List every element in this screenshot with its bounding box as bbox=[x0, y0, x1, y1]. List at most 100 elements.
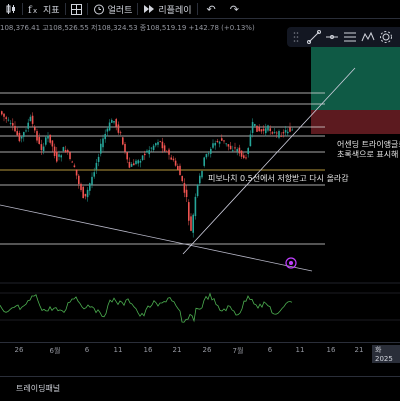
time-tick: 16 bbox=[143, 346, 153, 354]
candle-body bbox=[38, 137, 40, 144]
candle-body bbox=[232, 150, 234, 152]
candle-body bbox=[174, 160, 177, 166]
candle-body bbox=[199, 175, 201, 184]
candle-body bbox=[40, 144, 43, 151]
candle-body bbox=[135, 160, 137, 165]
candle-body bbox=[148, 150, 150, 155]
candle-body bbox=[284, 130, 287, 133]
redo-button[interactable]: ↷ bbox=[225, 0, 244, 18]
candle-body bbox=[214, 142, 216, 146]
candle-body bbox=[159, 141, 161, 143]
candle-body bbox=[12, 123, 14, 126]
candle-body bbox=[172, 158, 175, 161]
ohlc-readout: 108,376.41 고108,526.55 저108,324.53 종108,… bbox=[0, 24, 255, 32]
settings-tool-icon bbox=[380, 31, 392, 43]
candle-body bbox=[73, 165, 76, 168]
candle-body bbox=[150, 147, 153, 149]
candle-body bbox=[122, 137, 124, 145]
time-tick: 6월 bbox=[49, 347, 61, 355]
candle-body bbox=[49, 134, 51, 143]
target-zone[interactable] bbox=[311, 40, 400, 110]
time-axis[interactable]: 26 6월 6 11 16 21 26 7월 6 11 16 21 화 2025 bbox=[0, 342, 400, 363]
candle-body bbox=[102, 138, 104, 148]
candle-body bbox=[227, 144, 230, 147]
candle-body bbox=[5, 117, 7, 119]
candle-body bbox=[47, 135, 49, 139]
replay-icon bbox=[144, 5, 155, 13]
candle-body bbox=[258, 127, 260, 132]
horizontal-line-tool[interactable] bbox=[323, 27, 341, 47]
indicators-icon: fx bbox=[28, 5, 37, 15]
candle-body bbox=[236, 149, 238, 152]
candle-body bbox=[282, 132, 285, 134]
candle-body bbox=[141, 155, 144, 161]
candle-body bbox=[69, 152, 71, 160]
candle-body bbox=[225, 143, 227, 145]
candle-body bbox=[67, 150, 69, 153]
candle-body bbox=[86, 189, 89, 198]
indicators-button[interactable]: fx 지표 bbox=[23, 0, 65, 18]
candle-body bbox=[97, 156, 100, 162]
drag-handle[interactable] bbox=[287, 27, 305, 47]
candle-body bbox=[185, 189, 188, 198]
replay-button[interactable]: 리플레이 bbox=[138, 0, 196, 18]
candle-body bbox=[89, 183, 91, 191]
candle-body bbox=[260, 129, 263, 132]
candle-body bbox=[179, 165, 181, 176]
candle-body bbox=[234, 147, 236, 149]
candle-body bbox=[16, 131, 18, 136]
trendline-tool-icon bbox=[307, 30, 321, 44]
crosshair-date-badge: 화 2025 bbox=[372, 345, 400, 363]
fib-tool-icon bbox=[344, 32, 356, 42]
candle-body bbox=[243, 155, 245, 158]
svg-text:x: x bbox=[33, 7, 37, 15]
candle-body bbox=[36, 131, 38, 141]
annotation-ascending-triangle-2[interactable]: 초록색으로 표시해 bbox=[337, 149, 398, 160]
candle-body bbox=[168, 149, 170, 155]
candle-body bbox=[205, 154, 208, 158]
undo-button[interactable]: ↶ bbox=[198, 0, 225, 18]
candle-body bbox=[194, 196, 197, 217]
price-chart[interactable] bbox=[0, 0, 400, 400]
candle-body bbox=[249, 134, 252, 147]
candle-body bbox=[29, 116, 32, 122]
pattern-tool[interactable] bbox=[359, 27, 377, 47]
candle-body bbox=[210, 148, 212, 154]
indicators-label: 지표 bbox=[43, 5, 60, 16]
candle-body bbox=[100, 143, 102, 154]
candle-body bbox=[267, 125, 269, 131]
settings-tool[interactable] bbox=[377, 27, 395, 47]
time-tick: 11 bbox=[113, 346, 123, 354]
candle-body bbox=[20, 136, 23, 139]
candle-body bbox=[161, 141, 164, 149]
layout-button[interactable] bbox=[66, 0, 87, 18]
candle-body bbox=[203, 157, 205, 166]
candle-body bbox=[60, 155, 62, 158]
candle-body bbox=[62, 147, 65, 152]
candle-body bbox=[216, 141, 219, 142]
trendline-tool[interactable] bbox=[305, 27, 323, 47]
candle-body bbox=[31, 115, 34, 124]
time-tick: 7월 bbox=[232, 347, 244, 355]
trading-panel-tab[interactable]: 트레이딩패널 bbox=[16, 383, 60, 394]
candle-body bbox=[218, 141, 221, 144]
candle-body bbox=[64, 150, 67, 153]
annotation-fib-note[interactable]: 피보나치 0.5선에서 저항받고 다시 올라감 bbox=[208, 173, 349, 184]
fib-tool[interactable] bbox=[341, 27, 359, 47]
candle-body bbox=[14, 126, 16, 132]
candle-body bbox=[124, 143, 126, 152]
candle-body bbox=[45, 137, 47, 145]
candle-body bbox=[256, 125, 258, 132]
candle-body bbox=[291, 129, 293, 131]
candle-body bbox=[1, 111, 3, 115]
candle-body bbox=[192, 214, 194, 233]
candle-body bbox=[27, 122, 29, 129]
stop-zone[interactable] bbox=[311, 110, 400, 134]
alert-button[interactable]: 얼러트 bbox=[88, 0, 138, 18]
candle-body bbox=[238, 147, 241, 154]
candle-body bbox=[25, 130, 27, 132]
candle-type-button[interactable] bbox=[0, 0, 22, 18]
candle-body bbox=[221, 138, 223, 141]
top-toolbar: fx 지표 얼러트 리플레이 ↶ ↷ bbox=[0, 0, 400, 19]
time-tick: 26 bbox=[202, 346, 212, 354]
